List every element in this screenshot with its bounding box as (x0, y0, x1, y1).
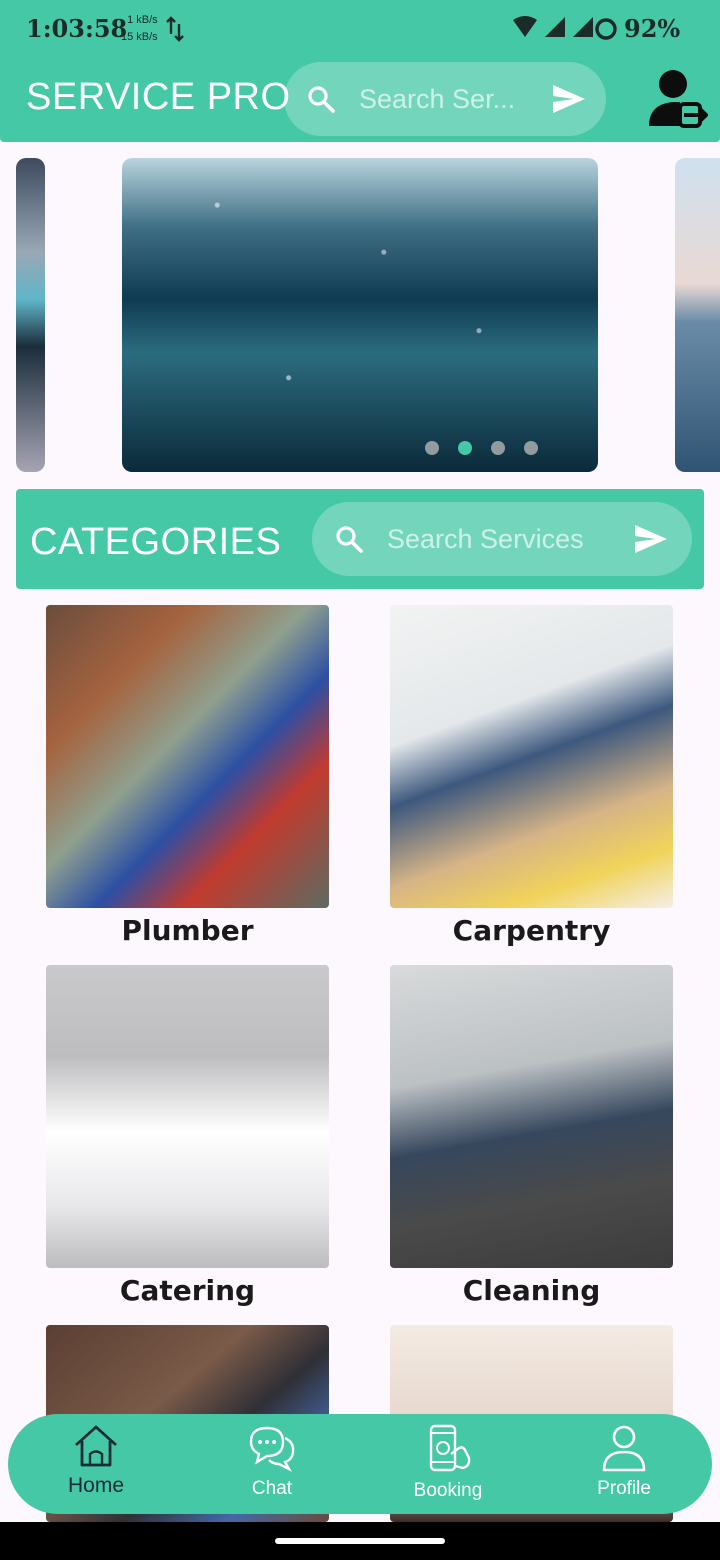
category-image[interactable] (390, 605, 673, 908)
category-label: Cleaning (462, 1274, 601, 1307)
image-carousel[interactable] (0, 158, 720, 473)
signal-icon (544, 16, 566, 43)
carousel-dot-active[interactable] (458, 441, 472, 455)
categories-header: CATEGORIES Search Services (16, 489, 704, 589)
carousel-dot[interactable] (491, 441, 505, 455)
nav-label-booking: Booking (413, 1480, 483, 1501)
status-time: 1:03:58 (26, 14, 128, 43)
system-navigation-bar (0, 1522, 720, 1560)
carousel-slide-current[interactable] (122, 158, 598, 472)
data-transfer-icon (166, 16, 184, 47)
carousel-slide-next[interactable] (675, 158, 720, 472)
categories-search-bar[interactable]: Search Services (312, 502, 692, 576)
carousel-indicator (425, 441, 538, 455)
wifi-icon (512, 16, 538, 43)
nav-label-chat: Chat (251, 1478, 293, 1499)
nav-home[interactable]: Home (36, 1424, 156, 1498)
category-card-cleaning[interactable]: Cleaning (390, 965, 673, 1307)
nav-label-home: Home (67, 1474, 125, 1497)
chat-icon (212, 1424, 332, 1472)
nav-profile[interactable]: Profile (564, 1424, 684, 1500)
categories-title: CATEGORIES (30, 521, 282, 563)
status-icons (512, 16, 594, 43)
status-bar: 1:03:58 1 kB/s 15 kB/s 92% (0, 0, 720, 58)
category-card-carpentry[interactable]: Carpentry (390, 605, 673, 947)
bottom-navigation: Home Chat Booking Profile (8, 1414, 712, 1514)
carousel-dot[interactable] (524, 441, 538, 455)
category-card-catering[interactable]: Catering (46, 965, 329, 1307)
speed-down: 15 kB/s (121, 31, 158, 43)
category-image[interactable] (390, 965, 673, 1268)
carousel-slide-previous[interactable] (16, 158, 45, 472)
category-label: Catering (119, 1274, 256, 1307)
top-search-bar[interactable]: Search Ser... (284, 62, 606, 136)
booking-icon (388, 1424, 508, 1474)
categories-search-input[interactable]: Search Services (387, 524, 584, 555)
nav-label-profile: Profile (597, 1478, 651, 1499)
category-image[interactable] (46, 965, 329, 1268)
logout-icon[interactable] (646, 68, 709, 135)
nav-chat[interactable]: Chat (212, 1424, 332, 1500)
home-gesture-handle[interactable] (275, 1538, 445, 1544)
category-label: Carpentry (452, 914, 611, 947)
speed-up: 1 kB/s (127, 14, 158, 26)
top-search-input[interactable]: Search Ser... (359, 84, 529, 115)
home-icon (36, 1424, 156, 1468)
carousel-dot[interactable] (425, 441, 439, 455)
category-image[interactable] (46, 605, 329, 908)
signal-icon (572, 16, 594, 43)
network-speed: 1 kB/s 15 kB/s (121, 12, 158, 46)
search-icon (334, 524, 364, 559)
search-icon (306, 84, 336, 119)
send-icon[interactable] (552, 84, 586, 119)
app-bar: SERVICE PRO Search Ser... (0, 58, 720, 142)
profile-icon (564, 1424, 684, 1472)
category-label: Plumber (121, 914, 254, 947)
send-icon[interactable] (634, 524, 668, 559)
nav-booking[interactable]: Booking (388, 1424, 508, 1502)
battery-percent: 92% (624, 14, 681, 43)
category-card-plumber[interactable]: Plumber (46, 605, 329, 947)
app-title: SERVICE PRO (26, 76, 291, 118)
battery-icon (594, 17, 618, 46)
